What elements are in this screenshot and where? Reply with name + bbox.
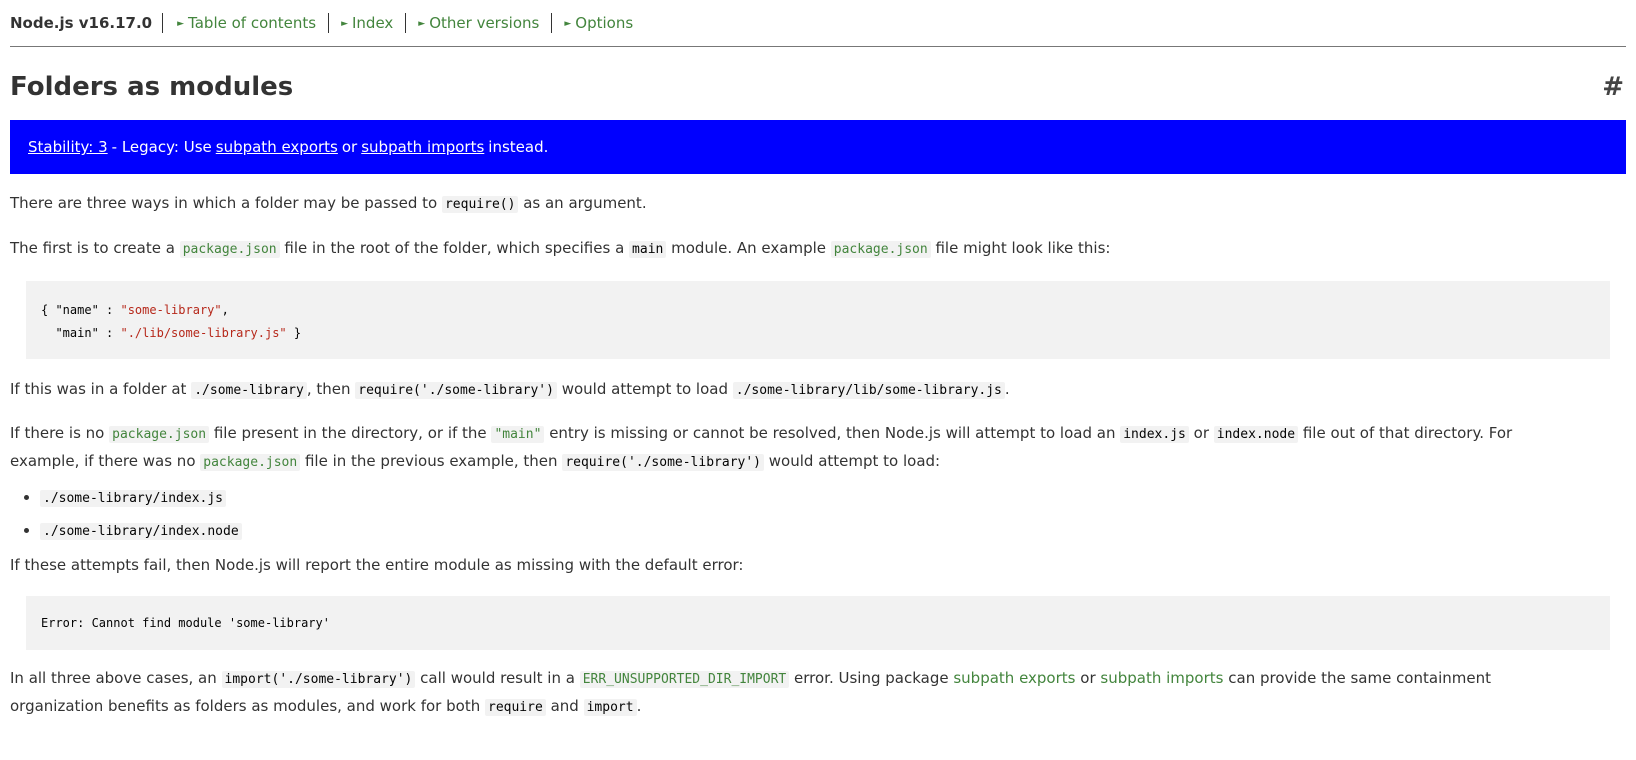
- inline-code: import: [583, 699, 637, 716]
- code-text: ,: [221, 303, 229, 317]
- text: The first is to create a: [10, 239, 175, 257]
- inline-code: index.node: [1213, 426, 1299, 443]
- paragraph: In all three above cases, an import('./s…: [10, 665, 1570, 721]
- stability-text: - Legacy: Use: [111, 138, 212, 156]
- paragraph: If these attempts fail, then Node.js wil…: [10, 552, 1626, 578]
- inline-code: ./some-library/index.js: [40, 490, 227, 507]
- code-string: "some-library": [120, 303, 222, 317]
- code-text: { "name" :: [41, 303, 121, 317]
- paragraph: There are three ways in which a folder m…: [10, 190, 1626, 218]
- package-json-link[interactable]: package.json: [179, 241, 280, 258]
- inline-code: require: [485, 699, 546, 716]
- nav-options[interactable]: ► Options: [564, 13, 645, 33]
- nav-label: Table of contents: [188, 14, 317, 32]
- text: entry is missing or cannot be resolved, …: [549, 424, 1116, 442]
- top-navigation: Node.js v16.17.0 ► Table of contents ► I…: [10, 0, 1626, 47]
- text: file might look like this:: [935, 239, 1111, 257]
- arrow-icon: ►: [564, 19, 572, 29]
- text: module. An example: [671, 239, 826, 257]
- load-order-list: ./some-library/index.js ./some-library/i…: [10, 486, 1626, 543]
- err-unsupported-dir-import-link[interactable]: ERR_UNSUPPORTED_DIR_IMPORT: [579, 671, 790, 688]
- text: file in the previous example, then: [304, 452, 558, 470]
- section-heading-row: Folders as modules #: [10, 67, 1626, 107]
- anchor-hash-link[interactable]: #: [1602, 67, 1624, 107]
- subpath-imports-link[interactable]: subpath imports: [361, 138, 484, 156]
- arrow-icon: ►: [177, 19, 185, 29]
- arrow-icon: ►: [341, 19, 348, 29]
- code-text: }: [286, 326, 302, 340]
- inline-code: ./some-library: [191, 382, 307, 399]
- text: .: [636, 697, 642, 715]
- stability-text: or: [341, 138, 358, 156]
- page-title: Folders as modules: [10, 72, 294, 102]
- stability-index-link[interactable]: Stability: 3: [28, 138, 108, 156]
- text: There are three ways in which a folder m…: [10, 194, 438, 212]
- paragraph: If this was in a folder at ./some-librar…: [10, 376, 1626, 404]
- text: as an argument.: [523, 194, 647, 212]
- paragraph: The first is to create a package.json fi…: [10, 235, 1626, 263]
- list-item: ./some-library/index.js: [40, 486, 1626, 510]
- nav-label: Index: [352, 14, 394, 32]
- package-json-link[interactable]: package.json: [830, 241, 931, 258]
- subpath-exports-link[interactable]: subpath exports: [953, 669, 1075, 687]
- text: call would result in a: [420, 669, 575, 687]
- package-json-link[interactable]: package.json: [200, 454, 301, 471]
- nav-label: Other versions: [429, 14, 540, 32]
- version-title: Node.js v16.17.0: [10, 13, 164, 33]
- text: or: [1080, 669, 1096, 687]
- inline-code: ./some-library/lib/some-library.js: [732, 382, 1005, 399]
- inline-code: require('./some-library'): [355, 382, 557, 399]
- text: would attempt to load: [561, 380, 728, 398]
- stability-text: instead.: [488, 138, 549, 156]
- stability-banner: Stability: 3 - Legacy: Use subpath expor…: [10, 120, 1626, 174]
- code-block-error: Error: Cannot find module 'some-library': [26, 596, 1610, 650]
- main-field-link[interactable]: "main": [491, 426, 545, 443]
- inline-code: import('./some-library'): [221, 671, 416, 688]
- text: , then: [306, 380, 351, 398]
- code-block-package-json: { "name" : "some-library", "main" : "./l…: [26, 281, 1610, 359]
- text: would attempt to load:: [768, 452, 941, 470]
- subpath-imports-link[interactable]: subpath imports: [1100, 669, 1223, 687]
- text: or: [1193, 424, 1209, 442]
- package-json-link[interactable]: package.json: [109, 426, 210, 443]
- text: If these attempts fail, then Node.js wil…: [10, 556, 744, 574]
- nav-table-of-contents[interactable]: ► Table of contents: [177, 13, 330, 33]
- code-string: "./lib/some-library.js": [120, 326, 287, 340]
- list-item: ./some-library/index.node: [40, 519, 1626, 543]
- nav-label: Options: [575, 14, 634, 32]
- text: If there is no: [10, 424, 105, 442]
- text: If this was in a folder at: [10, 380, 187, 398]
- code-text: "main" :: [41, 326, 121, 340]
- inline-code: require(): [441, 196, 519, 213]
- inline-code: index.js: [1120, 426, 1189, 443]
- inline-code: main: [629, 241, 667, 258]
- text: In all three above cases, an: [10, 669, 217, 687]
- text: .: [1004, 380, 1010, 398]
- nav-other-versions[interactable]: ► Other versions: [418, 13, 553, 33]
- nav-index[interactable]: ► Index: [341, 13, 407, 33]
- inline-code: ./some-library/index.node: [40, 523, 242, 540]
- subpath-exports-link[interactable]: subpath exports: [216, 138, 338, 156]
- arrow-icon: ►: [418, 19, 426, 29]
- text: file present in the directory, or if the: [213, 424, 487, 442]
- text: and: [550, 697, 579, 715]
- paragraph: If there is no package.json file present…: [10, 420, 1570, 476]
- inline-code: require('./some-library'): [562, 454, 764, 471]
- docs-page: Node.js v16.17.0 ► Table of contents ► I…: [0, 0, 1636, 760]
- text: file in the root of the folder, which sp…: [284, 239, 625, 257]
- text: error. Using package: [794, 669, 949, 687]
